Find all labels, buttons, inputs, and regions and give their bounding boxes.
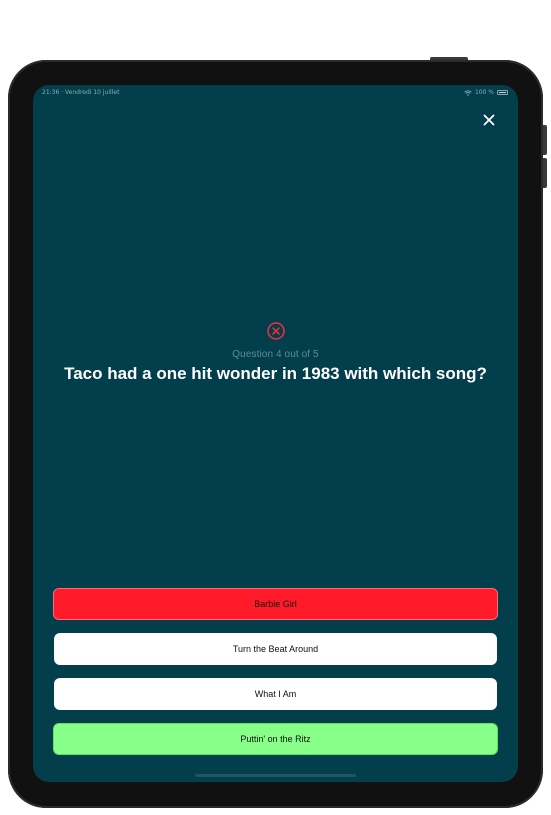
battery-icon xyxy=(497,90,508,95)
answer-list: Barbie Girl Turn the Beat Around What I … xyxy=(53,588,498,768)
quiz-screen: 21:36 · Vendredi 10 juillet 100 % Questi… xyxy=(33,85,518,782)
wrong-answer-icon xyxy=(266,322,285,340)
answer-button-what-i-am[interactable]: What I Am xyxy=(54,678,497,710)
answer-button-barbie-girl[interactable]: Barbie Girl xyxy=(53,588,498,620)
close-icon xyxy=(483,114,495,126)
question-text: Taco had a one hit wonder in 1983 with w… xyxy=(64,364,487,383)
answer-button-turn-the-beat-around[interactable]: Turn the Beat Around xyxy=(54,633,497,665)
status-bar: 21:36 · Vendredi 10 juillet 100 % xyxy=(33,85,518,99)
answer-button-puttin-on-the-ritz[interactable]: Puttin' on the Ritz xyxy=(53,723,498,755)
answer-label: Puttin' on the Ritz xyxy=(240,734,311,744)
device-frame: 21:36 · Vendredi 10 juillet 100 % Questi… xyxy=(0,0,551,815)
answer-label: Turn the Beat Around xyxy=(232,644,319,654)
status-right: 100 % xyxy=(464,89,508,96)
status-time-date: 21:36 · Vendredi 10 juillet xyxy=(42,89,120,96)
answer-label: Barbie Girl xyxy=(254,599,297,609)
wifi-icon xyxy=(464,89,472,96)
volume-down-button xyxy=(543,158,547,188)
answer-label: What I Am xyxy=(254,689,297,699)
question-area: Question 4 out of 5 Taco had a one hit w… xyxy=(33,321,518,384)
close-button[interactable] xyxy=(479,110,499,130)
home-indicator[interactable] xyxy=(195,774,356,777)
battery-percent: 100 % xyxy=(474,89,494,96)
volume-up-button xyxy=(543,125,547,155)
question-progress: Question 4 out of 5 xyxy=(232,349,319,360)
